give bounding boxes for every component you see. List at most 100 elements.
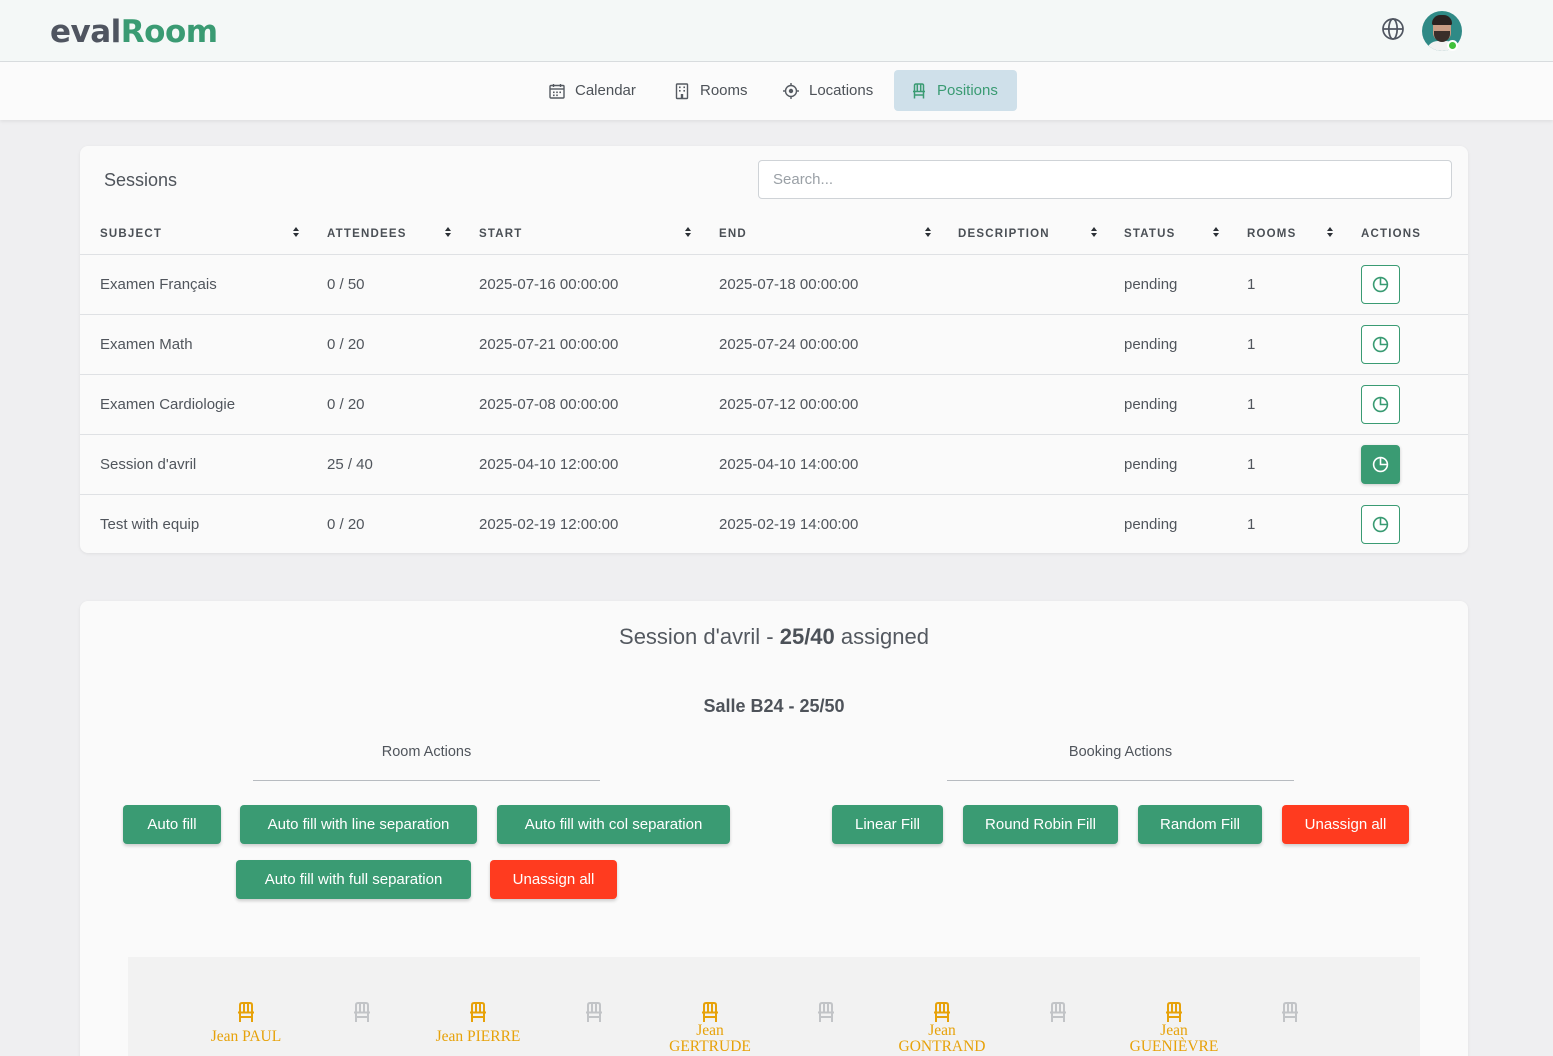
room-unassign-all-button[interactable]: Unassign all: [490, 860, 617, 899]
round-robin-fill-button[interactable]: Round Robin Fill: [963, 805, 1118, 844]
view-positions-button[interactable]: [1361, 325, 1400, 364]
seat-occupied[interactable]: Jean GONTRAND: [882, 1001, 1002, 1055]
app-logo[interactable]: evalRoom: [50, 14, 218, 50]
seat-occupant-last-name: GUENIÈVRE: [1129, 1038, 1219, 1055]
cell-attendees: 0 / 50: [327, 276, 365, 293]
sort-icon[interactable]: [924, 226, 932, 238]
table-row[interactable]: Examen Cardiologie 0 / 20 2025-07-08 00:…: [80, 374, 1468, 434]
sort-icon[interactable]: [292, 226, 300, 238]
table-row[interactable]: Test with equip 0 / 20 2025-02-19 12:00:…: [80, 494, 1468, 554]
auto-fill-line-separation-button[interactable]: Auto fill with line separation: [240, 805, 477, 844]
col-header-description[interactable]: DESCRIPTION: [958, 228, 1050, 240]
seat-empty[interactable]: [302, 1001, 422, 1023]
booking-actions-label: Booking Actions: [1068, 744, 1173, 760]
chair-icon: [702, 1002, 718, 1022]
cell-subject: Examen Français: [100, 276, 217, 293]
auto-fill-full-separation-button[interactable]: Auto fill with full separation: [236, 860, 471, 899]
online-status-dot: [1447, 40, 1458, 51]
cell-subject: Session d'avril: [100, 456, 197, 473]
seat-empty[interactable]: [998, 1001, 1118, 1023]
col-header-rooms[interactable]: ROOMS: [1247, 228, 1296, 240]
room-title: Salle B24 - 25/50: [703, 696, 845, 716]
main-nav: Calendar Rooms Locations Positions: [0, 62, 1553, 120]
sort-icon[interactable]: [1326, 226, 1334, 238]
search-input[interactable]: [758, 160, 1452, 199]
cell-start: 2025-07-08 00:00:00: [479, 396, 619, 413]
cell-rooms: 1: [1247, 396, 1256, 413]
sort-icon[interactable]: [1090, 226, 1098, 238]
cell-end: 2025-07-12 00:00:00: [719, 396, 859, 413]
cell-rooms: 1: [1247, 336, 1256, 353]
cell-attendees: 0 / 20: [327, 516, 365, 533]
cell-end: 2025-04-10 14:00:00: [719, 456, 859, 473]
cell-status: pending: [1124, 456, 1178, 473]
cell-subject: Test with equip: [100, 516, 200, 533]
top-header: evalRoom: [0, 0, 1553, 62]
seat-occupant-name: Jean PIERRE: [435, 1028, 521, 1045]
cell-rooms: 1: [1247, 516, 1256, 533]
auto-fill-col-separation-button[interactable]: Auto fill with col separation: [497, 805, 730, 844]
tab-positions[interactable]: Positions: [894, 70, 1017, 111]
view-positions-button[interactable]: [1361, 385, 1400, 424]
assignment-session-name: Session d'avril -: [619, 624, 780, 649]
globe-icon[interactable]: [1381, 17, 1405, 41]
tab-positions-label: Positions: [937, 82, 998, 99]
col-header-start[interactable]: START: [479, 228, 522, 240]
seat-occupied[interactable]: Jean GERTRUDE: [650, 1001, 770, 1055]
cell-start: 2025-07-21 00:00:00: [479, 336, 619, 353]
seat-occupied[interactable]: Jean PAUL: [186, 1001, 306, 1045]
seat-occupant-last-name: GERTRUDE: [669, 1038, 751, 1055]
assignment-title: Session d'avril - 25/40 assigned: [80, 624, 1468, 650]
view-positions-button[interactable]: [1361, 265, 1400, 304]
pie-chart-icon: [1372, 336, 1389, 353]
seat-occupied[interactable]: Jean PIERRE: [418, 1001, 538, 1045]
cell-start: 2025-02-19 12:00:00: [479, 516, 619, 533]
pie-chart-icon: [1372, 516, 1389, 533]
cell-subject: Examen Cardiologie: [100, 396, 236, 413]
random-fill-button[interactable]: Random Fill: [1138, 805, 1262, 844]
divider: [253, 780, 600, 781]
linear-fill-button[interactable]: Linear Fill: [832, 805, 943, 844]
chair-icon: [1166, 1002, 1182, 1022]
sort-icon[interactable]: [1212, 226, 1220, 238]
cell-status: pending: [1124, 336, 1178, 353]
cell-end: 2025-07-24 00:00:00: [719, 336, 859, 353]
view-positions-button[interactable]: [1361, 445, 1400, 484]
auto-fill-button[interactable]: Auto fill: [123, 805, 221, 844]
table-row-selected[interactable]: Session d'avril 25 / 40 2025-04-10 12:00…: [80, 434, 1468, 494]
sort-icon[interactable]: [684, 226, 692, 238]
seat-empty[interactable]: [1230, 1001, 1350, 1023]
table-row[interactable]: Examen Math 0 / 20 2025-07-21 00:00:00 2…: [80, 314, 1468, 374]
view-positions-button[interactable]: [1361, 505, 1400, 544]
cell-attendees: 0 / 20: [327, 396, 365, 413]
col-header-subject[interactable]: SUBJECT: [100, 228, 162, 240]
col-header-attendees[interactable]: ATTENDEES: [327, 228, 407, 240]
sessions-card: Sessions SUBJECT ATTENDEES START END DES…: [80, 146, 1468, 553]
cell-status: pending: [1124, 516, 1178, 533]
room-actions-label: Room Actions: [381, 744, 472, 760]
cell-end: 2025-07-18 00:00:00: [719, 276, 859, 293]
seat-occupied[interactable]: Jean GUENIÈVRE: [1114, 1001, 1234, 1055]
col-header-status[interactable]: STATUS: [1124, 228, 1176, 240]
cell-start: 2025-07-16 00:00:00: [479, 276, 619, 293]
chair-icon: [354, 1002, 370, 1022]
pie-chart-icon: [1372, 396, 1389, 413]
tab-calendar[interactable]: Calendar: [532, 70, 652, 111]
booking-unassign-all-button[interactable]: Unassign all: [1282, 805, 1409, 844]
pie-chart-icon: [1372, 276, 1389, 293]
cell-rooms: 1: [1247, 276, 1256, 293]
chair-icon: [913, 82, 925, 98]
seat-occupant-first-name: Jean: [696, 1022, 724, 1039]
col-header-end[interactable]: END: [719, 228, 747, 240]
sessions-title: Sessions: [104, 170, 178, 190]
chair-icon: [934, 1002, 950, 1022]
chair-icon: [818, 1002, 834, 1022]
table-row[interactable]: Examen Français 0 / 50 2025-07-16 00:00:…: [80, 254, 1468, 314]
sort-icon[interactable]: [444, 226, 452, 238]
tab-locations[interactable]: Locations: [766, 70, 889, 111]
tab-rooms[interactable]: Rooms: [657, 70, 764, 111]
seat-empty[interactable]: [766, 1001, 886, 1023]
cell-rooms: 1: [1247, 456, 1256, 473]
seat-empty[interactable]: [534, 1001, 654, 1023]
seat-occupant-first-name: Jean: [1160, 1022, 1188, 1039]
